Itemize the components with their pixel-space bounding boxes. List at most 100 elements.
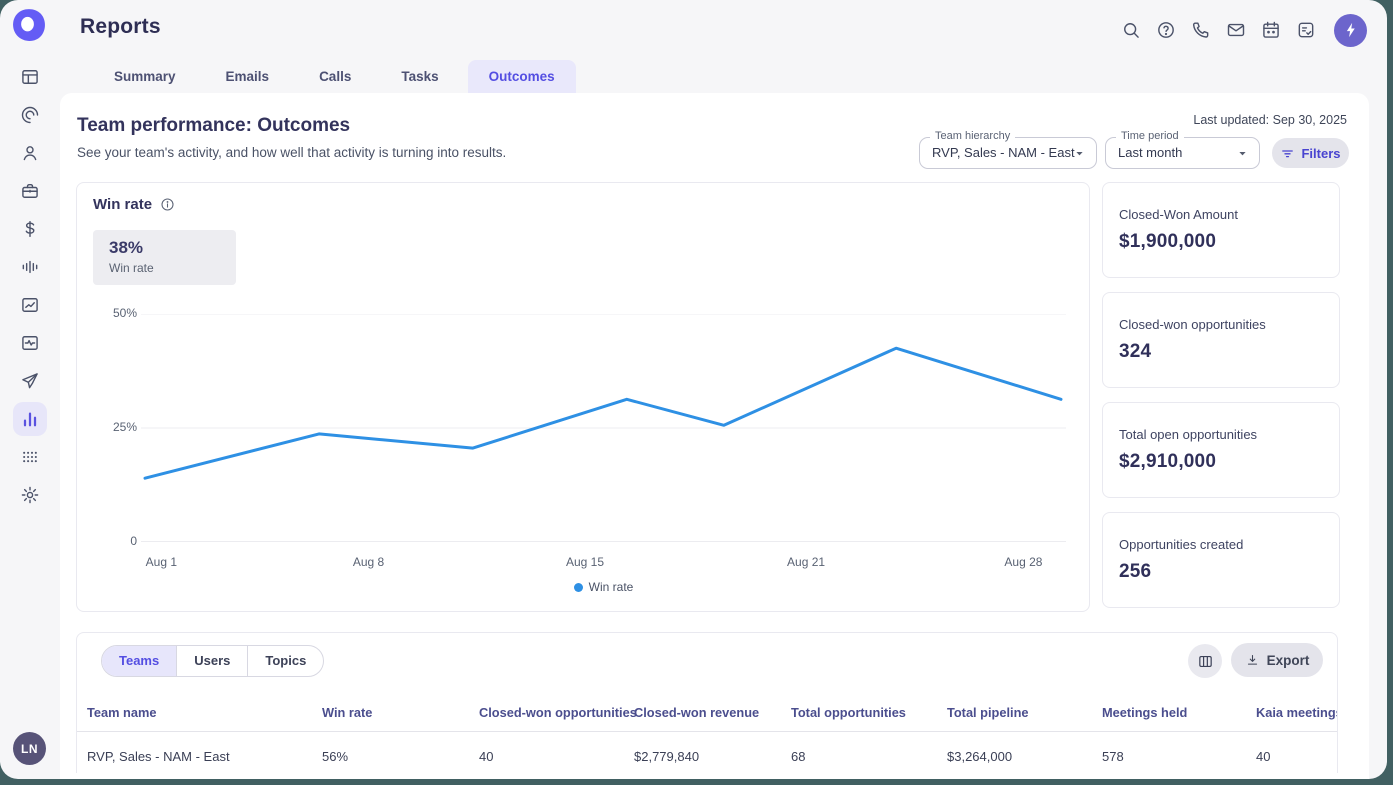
mail-icon[interactable] (1226, 20, 1246, 40)
phone-icon[interactable] (1191, 20, 1211, 40)
tab-summary[interactable]: Summary (93, 60, 197, 93)
table-header-row: Team nameWin rateClosed-won opportunitie… (77, 693, 1337, 732)
sidebar-item-person[interactable] (13, 136, 47, 170)
calendar-icon[interactable] (1261, 20, 1281, 40)
tab-emails[interactable]: Emails (205, 60, 291, 93)
team-hierarchy-select[interactable]: Team hierarchy RVP, Sales - NAM - East (919, 137, 1097, 169)
legend-dot (574, 583, 583, 592)
tab-calls[interactable]: Calls (298, 60, 372, 93)
column-header: Total pipeline (947, 705, 1102, 720)
export-button-label: Export (1267, 653, 1310, 668)
win-rate-plot (141, 314, 1066, 542)
stat-cards-column: Closed-Won Amount$1,900,000 Closed-won op… (1102, 182, 1340, 608)
tab-outcomes[interactable]: Outcomes (468, 60, 576, 93)
stat-card: Closed-won opportunities324 (1102, 292, 1340, 388)
sidebar-item-history[interactable] (13, 98, 47, 132)
stat-label: Total open opportunities (1119, 427, 1323, 442)
briefcase-icon (20, 181, 40, 201)
y-axis-label: 25% (97, 420, 137, 434)
sidebar-item-dollar[interactable] (13, 212, 47, 246)
legend-label: Win rate (589, 580, 634, 594)
column-header: Kaia meetings (1256, 705, 1338, 720)
table-row[interactable]: RVP, Sales - NAM - East56%40$2,779,84068… (77, 732, 1337, 773)
report-tabs: SummaryEmailsCallsTasks Outcomes (60, 60, 1387, 93)
history-icon (20, 105, 40, 125)
table-cell: 40 (1256, 749, 1338, 764)
chart-title: Win rate (93, 196, 152, 213)
task-list-icon[interactable] (1296, 20, 1316, 40)
sidebar-user-avatar[interactable]: LN (13, 732, 46, 765)
sidebar-item-gear[interactable] (13, 478, 47, 512)
table-cell: $3,264,000 (947, 749, 1102, 764)
stat-label: Opportunities created (1119, 537, 1323, 552)
time-period-select[interactable]: Time period Last month (1105, 137, 1260, 169)
page-title: Team performance: Outcomes (77, 115, 350, 137)
x-axis-label: Aug 21 (771, 555, 841, 569)
chevron-down-icon (1072, 146, 1087, 161)
bar-chart-icon (20, 409, 40, 429)
table-cell: 68 (791, 749, 947, 764)
bolt-icon (1342, 21, 1360, 39)
x-axis-label: Aug 8 (334, 555, 404, 569)
view-tab-users[interactable]: Users (177, 646, 248, 676)
chevron-down-icon (1235, 146, 1250, 161)
outreach-logo-icon[interactable] (12, 8, 46, 42)
help-icon[interactable] (1156, 20, 1176, 40)
stat-value: $1,900,000 (1119, 231, 1323, 253)
dollar-icon (20, 219, 40, 239)
person-icon (20, 143, 40, 163)
table-cell: RVP, Sales - NAM - East (87, 749, 322, 764)
gear-icon (20, 485, 40, 505)
trend-chart-icon (20, 295, 40, 315)
filters-button[interactable]: Filters (1272, 138, 1349, 168)
filter-icon (1280, 146, 1295, 161)
column-header: Closed-won opportunities (479, 705, 634, 720)
table-cell: 578 (1102, 749, 1256, 764)
time-period-label: Time period (1116, 130, 1184, 142)
time-period-value: Last month (1118, 145, 1182, 160)
performance-table-card: TeamsUsersTopics Export Team nameWin rat… (76, 632, 1338, 773)
column-header: Total opportunities (791, 705, 947, 720)
sidebar-item-send[interactable] (13, 364, 47, 398)
team-hierarchy-label: Team hierarchy (930, 130, 1015, 142)
x-axis-label: Aug 28 (988, 555, 1058, 569)
sidebar-item-bar-chart[interactable] (13, 402, 47, 436)
stat-card: Total open opportunities$2,910,000 (1102, 402, 1340, 498)
sidebar-item-briefcase[interactable] (13, 174, 47, 208)
sidebar-nav (0, 60, 60, 779)
sidebar-item-apps-grid[interactable] (13, 440, 47, 474)
tab-tasks[interactable]: Tasks (380, 60, 459, 93)
stat-value: 324 (1119, 341, 1323, 363)
win-rate-chart-card: Win rate 38% Win rate Win rate 50%25%0Au… (76, 182, 1090, 612)
info-icon[interactable] (160, 197, 175, 212)
last-updated-text: Last updated: Sep 30, 2025 (1193, 113, 1347, 127)
column-header: Win rate (322, 705, 479, 720)
sidebar-item-pulse-box[interactable] (13, 326, 47, 360)
stat-value: 256 (1119, 561, 1323, 583)
sidebar-item-trend-chart[interactable] (13, 288, 47, 322)
view-tab-teams[interactable]: Teams (102, 646, 177, 676)
table-cell: 56% (322, 749, 479, 764)
export-button[interactable]: Export (1231, 643, 1323, 677)
view-tab-topics[interactable]: Topics (248, 646, 323, 676)
column-header: Meetings held (1102, 705, 1256, 720)
column-header: Closed-won revenue (634, 705, 791, 720)
stat-card: Opportunities created 256 (1102, 512, 1340, 608)
legend-item[interactable]: Win rate (574, 580, 634, 594)
x-axis-label: Aug 1 (126, 555, 196, 569)
stat-card: Closed-Won Amount$1,900,000 (1102, 182, 1340, 278)
columns-button[interactable] (1188, 644, 1222, 678)
win-rate-summary-value: 38% (109, 238, 220, 258)
pulse-box-icon (20, 333, 40, 353)
user-avatar[interactable] (1334, 14, 1367, 47)
chart-legend: Win rate (141, 580, 1066, 594)
filters-button-label: Filters (1301, 146, 1340, 161)
x-axis-label: Aug 15 (550, 555, 620, 569)
search-icon[interactable] (1121, 20, 1141, 40)
table-view-switcher: TeamsUsersTopics (101, 645, 324, 677)
sidebar-item-waveform[interactable] (13, 250, 47, 284)
table-cell: 40 (479, 749, 634, 764)
columns-icon (1197, 653, 1214, 670)
sidebar-item-dashboard[interactable] (13, 60, 47, 94)
apps-grid-icon (20, 447, 40, 467)
